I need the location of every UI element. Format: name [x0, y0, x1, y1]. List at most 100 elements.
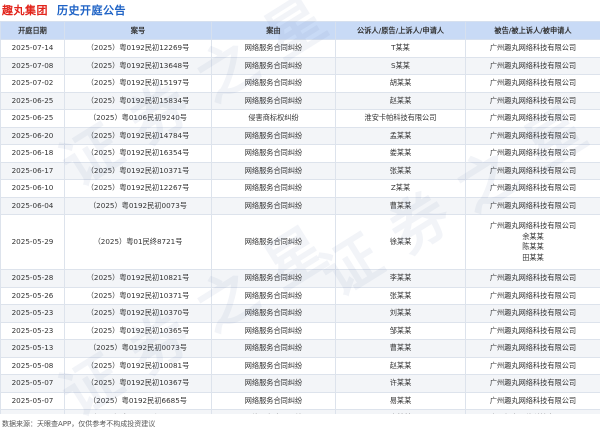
cell-cause: 网络服务合同纠纷 [212, 75, 336, 93]
cell-cause: 侵害商标权纠纷 [212, 110, 336, 128]
cell-date: 2025-05-29 [1, 215, 65, 270]
cell-plaintiff: 曹某某 [336, 340, 466, 358]
cell-date: 2025-05-23 [1, 305, 65, 323]
cell-plaintiff: Z某某 [336, 180, 466, 198]
table-body: 2025-07-14（2025）粤0192民初12269号网络服务合同纠纷T某某… [1, 40, 600, 415]
column-header-plaintiff: 公诉人/原告/上诉人/申请人 [336, 22, 466, 40]
table-row: 2025-04-29（2025）粤0192民初6625号网络服务合同纠纷李某某广… [1, 410, 600, 415]
table-header-row: 开庭日期 案号 案由 公诉人/原告/上诉人/申请人 被告/被上诉人/被申请人 [1, 22, 600, 40]
defendant-name: 广州趣丸网络科技有限公司 [466, 291, 600, 302]
cell-defendant: 广州趣丸网络科技有限公司 [466, 127, 600, 145]
cell-cause: 网络服务合同纠纷 [212, 357, 336, 375]
cell-date: 2025-05-08 [1, 357, 65, 375]
cell-plaintiff: S某某 [336, 57, 466, 75]
cell-date: 2025-06-10 [1, 180, 65, 198]
defendant-name: 广州趣丸网络科技有限公司 [466, 343, 600, 354]
table-row: 2025-06-10（2025）粤0192民初12267号网络服务合同纠纷Z某某… [1, 180, 600, 198]
cell-defendant: 广州趣丸网络科技有限公司 [466, 57, 600, 75]
cell-defendant: 广州趣丸网络科技有限公司 [466, 197, 600, 215]
cell-case-no: （2025）粤0192民初12269号 [65, 40, 212, 58]
table-row: 2025-05-29（2025）粤01民终8721号网络服务合同纠纷徐某某广州趣… [1, 215, 600, 270]
cell-case-no: （2025）粤0192民初10365号 [65, 322, 212, 340]
cell-date: 2025-06-18 [1, 145, 65, 163]
cell-plaintiff: 李某某 [336, 410, 466, 415]
cell-defendant: 广州趣丸网络科技有限公司 [466, 392, 600, 410]
hearing-table-container: 开庭日期 案号 案由 公诉人/原告/上诉人/申请人 被告/被上诉人/被申请人 2… [0, 21, 600, 414]
cell-date: 2025-05-07 [1, 392, 65, 410]
page-header: 趣丸集团 历史开庭公告 [0, 0, 600, 20]
cell-date: 2025-07-02 [1, 75, 65, 93]
cell-defendant: 广州趣丸网络科技有限公司 [466, 410, 600, 415]
defendant-name: 广州趣丸网络科技有限公司 [466, 273, 600, 284]
defendant-name: 广州趣丸网络科技有限公司 [466, 413, 600, 414]
cell-date: 2025-05-28 [1, 270, 65, 288]
cell-defendant: 广州趣丸网络科技有限公司 [466, 375, 600, 393]
cell-case-no: （2025）粤0192民初12267号 [65, 180, 212, 198]
table-row: 2025-07-02（2025）粤0192民初15197号网络服务合同纠纷胡某某… [1, 75, 600, 93]
cell-date: 2025-05-26 [1, 287, 65, 305]
cell-defendant: 广州趣丸网络科技有限公司 [466, 110, 600, 128]
cell-plaintiff: 淮安卡帕科技有限公司 [336, 110, 466, 128]
cell-case-no: （2025）粤0192民初15197号 [65, 75, 212, 93]
table-row: 2025-05-08（2025）粤0192民初10081号网络服务合同纠纷赵某某… [1, 357, 600, 375]
cell-cause: 网络服务合同纠纷 [212, 340, 336, 358]
cell-cause: 网络服务合同纠纷 [212, 127, 336, 145]
cell-cause: 网络服务合同纠纷 [212, 287, 336, 305]
cell-case-no: （2025）粤0192民初6685号 [65, 392, 212, 410]
cell-defendant: 广州趣丸网络科技有限公司 [466, 75, 600, 93]
defendant-name: 广州趣丸网络科技有限公司 [466, 61, 600, 72]
table-row: 2025-05-13（2025）粤0192民初0073号网络服务合同纠纷曹某某广… [1, 340, 600, 358]
defendant-name: 广州趣丸网络科技有限公司 [466, 131, 600, 142]
table-row: 2025-06-04（2025）粤0192民初0073号网络服务合同纠纷曹某某广… [1, 197, 600, 215]
defendant-name: 广州趣丸网络科技有限公司 [466, 396, 600, 407]
cell-plaintiff: 赵某某 [336, 92, 466, 110]
cell-defendant: 广州趣丸网络科技有限公司 [466, 180, 600, 198]
table-row: 2025-06-25（2025）粤0106民初9240号侵害商标权纠纷淮安卡帕科… [1, 110, 600, 128]
defendant-name: 广州趣丸网络科技有限公司 [466, 43, 600, 54]
cell-defendant: 广州趣丸网络科技有限公司 [466, 40, 600, 58]
cell-plaintiff: 张某某 [336, 162, 466, 180]
cell-cause: 网络服务合同纠纷 [212, 270, 336, 288]
table-row: 2025-07-14（2025）粤0192民初12269号网络服务合同纠纷T某某… [1, 40, 600, 58]
cell-case-no: （2025）粤0192民初14784号 [65, 127, 212, 145]
cell-date: 2025-05-07 [1, 375, 65, 393]
cell-cause: 网络服务合同纠纷 [212, 162, 336, 180]
cell-case-no: （2025）粤0192民初13648号 [65, 57, 212, 75]
table-row: 2025-06-17（2025）粤0192民初10371号网络服务合同纠纷张某某… [1, 162, 600, 180]
cell-case-no: （2025）粤0192民初15834号 [65, 92, 212, 110]
defendant-name: 广州趣丸网络科技有限公司 [466, 361, 600, 372]
cell-case-no: （2025）粤0192民初0073号 [65, 197, 212, 215]
cell-defendant: 广州趣丸网络科技有限公司 [466, 270, 600, 288]
defendant-name: 广州趣丸网络科技有限公司 [466, 113, 600, 124]
defendant-name: 广州趣丸网络科技有限公司 [466, 96, 600, 107]
cell-cause: 网络服务合同纠纷 [212, 180, 336, 198]
defendant-name: 田某某 [466, 253, 600, 264]
cell-date: 2025-07-14 [1, 40, 65, 58]
cell-case-no: （2025）粤0192民初16354号 [65, 145, 212, 163]
cell-cause: 网络服务合同纠纷 [212, 40, 336, 58]
cell-plaintiff: T某某 [336, 40, 466, 58]
table-row: 2025-05-26（2025）粤0192民初10371号网络服务合同纠纷张某某… [1, 287, 600, 305]
cell-date: 2025-04-29 [1, 410, 65, 415]
cell-case-no: （2025）粤0192民初10081号 [65, 357, 212, 375]
table-row: 2025-05-23（2025）粤0192民初10365号网络服务合同纠纷邹某某… [1, 322, 600, 340]
cell-defendant: 广州趣丸网络科技有限公司 [466, 287, 600, 305]
cell-defendant: 广州趣丸网络科技有限公司 [466, 357, 600, 375]
cell-cause: 网络服务合同纠纷 [212, 215, 336, 270]
table-row: 2025-06-25（2025）粤0192民初15834号网络服务合同纠纷赵某某… [1, 92, 600, 110]
cell-cause: 网络服务合同纠纷 [212, 410, 336, 415]
cell-case-no: （2025）粤0192民初10367号 [65, 375, 212, 393]
cell-case-no: （2025）粤0106民初9240号 [65, 110, 212, 128]
defendant-name: 广州趣丸网络科技有限公司 [466, 378, 600, 389]
cell-case-no: （2025）粤0192民初10371号 [65, 162, 212, 180]
column-header-cause: 案由 [212, 22, 336, 40]
cell-date: 2025-06-25 [1, 110, 65, 128]
defendant-name: 广州趣丸网络科技有限公司 [466, 166, 600, 177]
table-row: 2025-05-07（2025）粤0192民初6685号网络服务合同纠纷易某某广… [1, 392, 600, 410]
cell-date: 2025-06-20 [1, 127, 65, 145]
cell-defendant: 广州趣丸网络科技有限公司余某某陈某某田某某 [466, 215, 600, 270]
cell-defendant: 广州趣丸网络科技有限公司 [466, 322, 600, 340]
cell-plaintiff: 张某某 [336, 287, 466, 305]
column-header-defendant: 被告/被上诉人/被申请人 [466, 22, 600, 40]
table-row: 2025-05-23（2025）粤0192民初10370号网络服务合同纠纷刘某某… [1, 305, 600, 323]
